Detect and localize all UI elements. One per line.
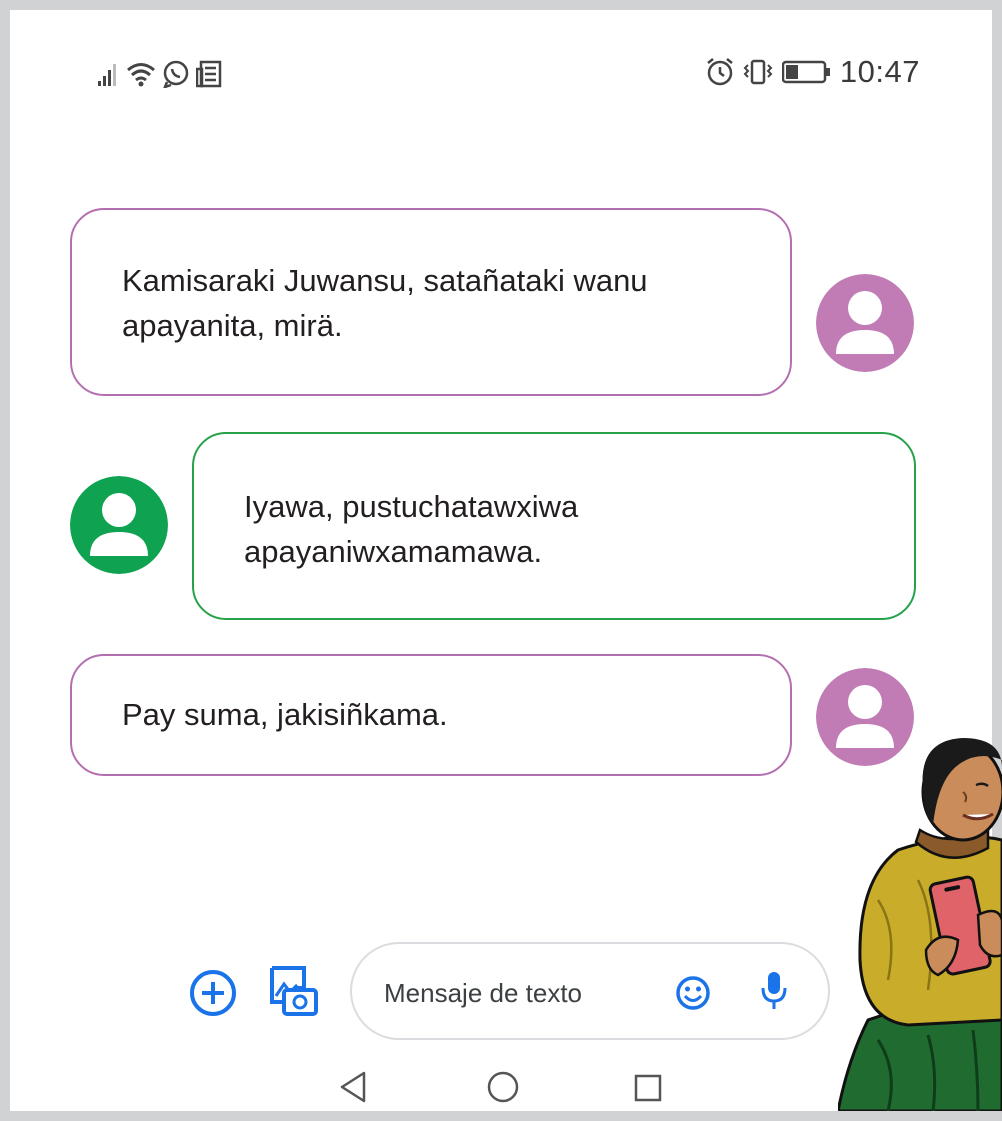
message-input[interactable] bbox=[382, 972, 646, 1014]
vibrate-icon bbox=[742, 57, 774, 87]
signal-icon bbox=[98, 61, 120, 87]
microphone-button[interactable] bbox=[760, 970, 788, 1017]
microphone-icon bbox=[761, 972, 787, 1009]
recents-icon bbox=[634, 1074, 662, 1102]
home-icon bbox=[487, 1071, 519, 1103]
message-bubble: Kamisaraki Juwansu, satañataki wanu apay… bbox=[70, 208, 792, 396]
message-text-line: Kamisaraki Juwansu, satañataki wanu bbox=[122, 263, 648, 298]
status-bar-right: 10:47 bbox=[706, 54, 920, 90]
whatsapp-icon bbox=[162, 60, 190, 88]
message-bubble: Pay suma, jakisiñkama. bbox=[70, 654, 792, 776]
add-circle-icon bbox=[190, 970, 236, 1016]
phone-screen: 10:47 Kamisaraki Juwansu, satañataki wan… bbox=[0, 0, 1002, 1121]
emoji-icon bbox=[676, 976, 710, 1010]
woman-with-phone-illustration bbox=[836, 730, 1002, 1116]
gallery-button[interactable] bbox=[268, 962, 320, 1023]
battery-icon bbox=[781, 60, 832, 84]
gallery-icon bbox=[270, 966, 318, 1016]
avatar-green bbox=[70, 476, 168, 574]
message-text-line: apayanita, mirä. bbox=[122, 308, 343, 343]
wifi-icon bbox=[126, 61, 156, 87]
add-button[interactable] bbox=[188, 968, 238, 1023]
message-text-line: Iyawa, pustuchatawxiwa bbox=[244, 489, 579, 524]
nav-home-button[interactable] bbox=[486, 1070, 520, 1109]
avatar-purple bbox=[816, 274, 914, 372]
alarm-icon bbox=[706, 57, 734, 87]
message-composer bbox=[350, 942, 830, 1040]
status-bar-left bbox=[98, 58, 222, 90]
message-text-line: apayaniwxamamawa. bbox=[244, 534, 543, 569]
emoji-button[interactable] bbox=[674, 974, 712, 1017]
message-text-line: Pay suma, jakisiñkama. bbox=[122, 697, 448, 732]
clock: 10:47 bbox=[839, 54, 920, 89]
back-icon bbox=[340, 1071, 366, 1103]
message-bubble: Iyawa, pustuchatawxiwa apayaniwxamamawa. bbox=[192, 432, 916, 620]
news-icon bbox=[196, 60, 222, 88]
nav-back-button[interactable] bbox=[338, 1070, 368, 1109]
nav-recents-button[interactable] bbox=[633, 1073, 663, 1108]
